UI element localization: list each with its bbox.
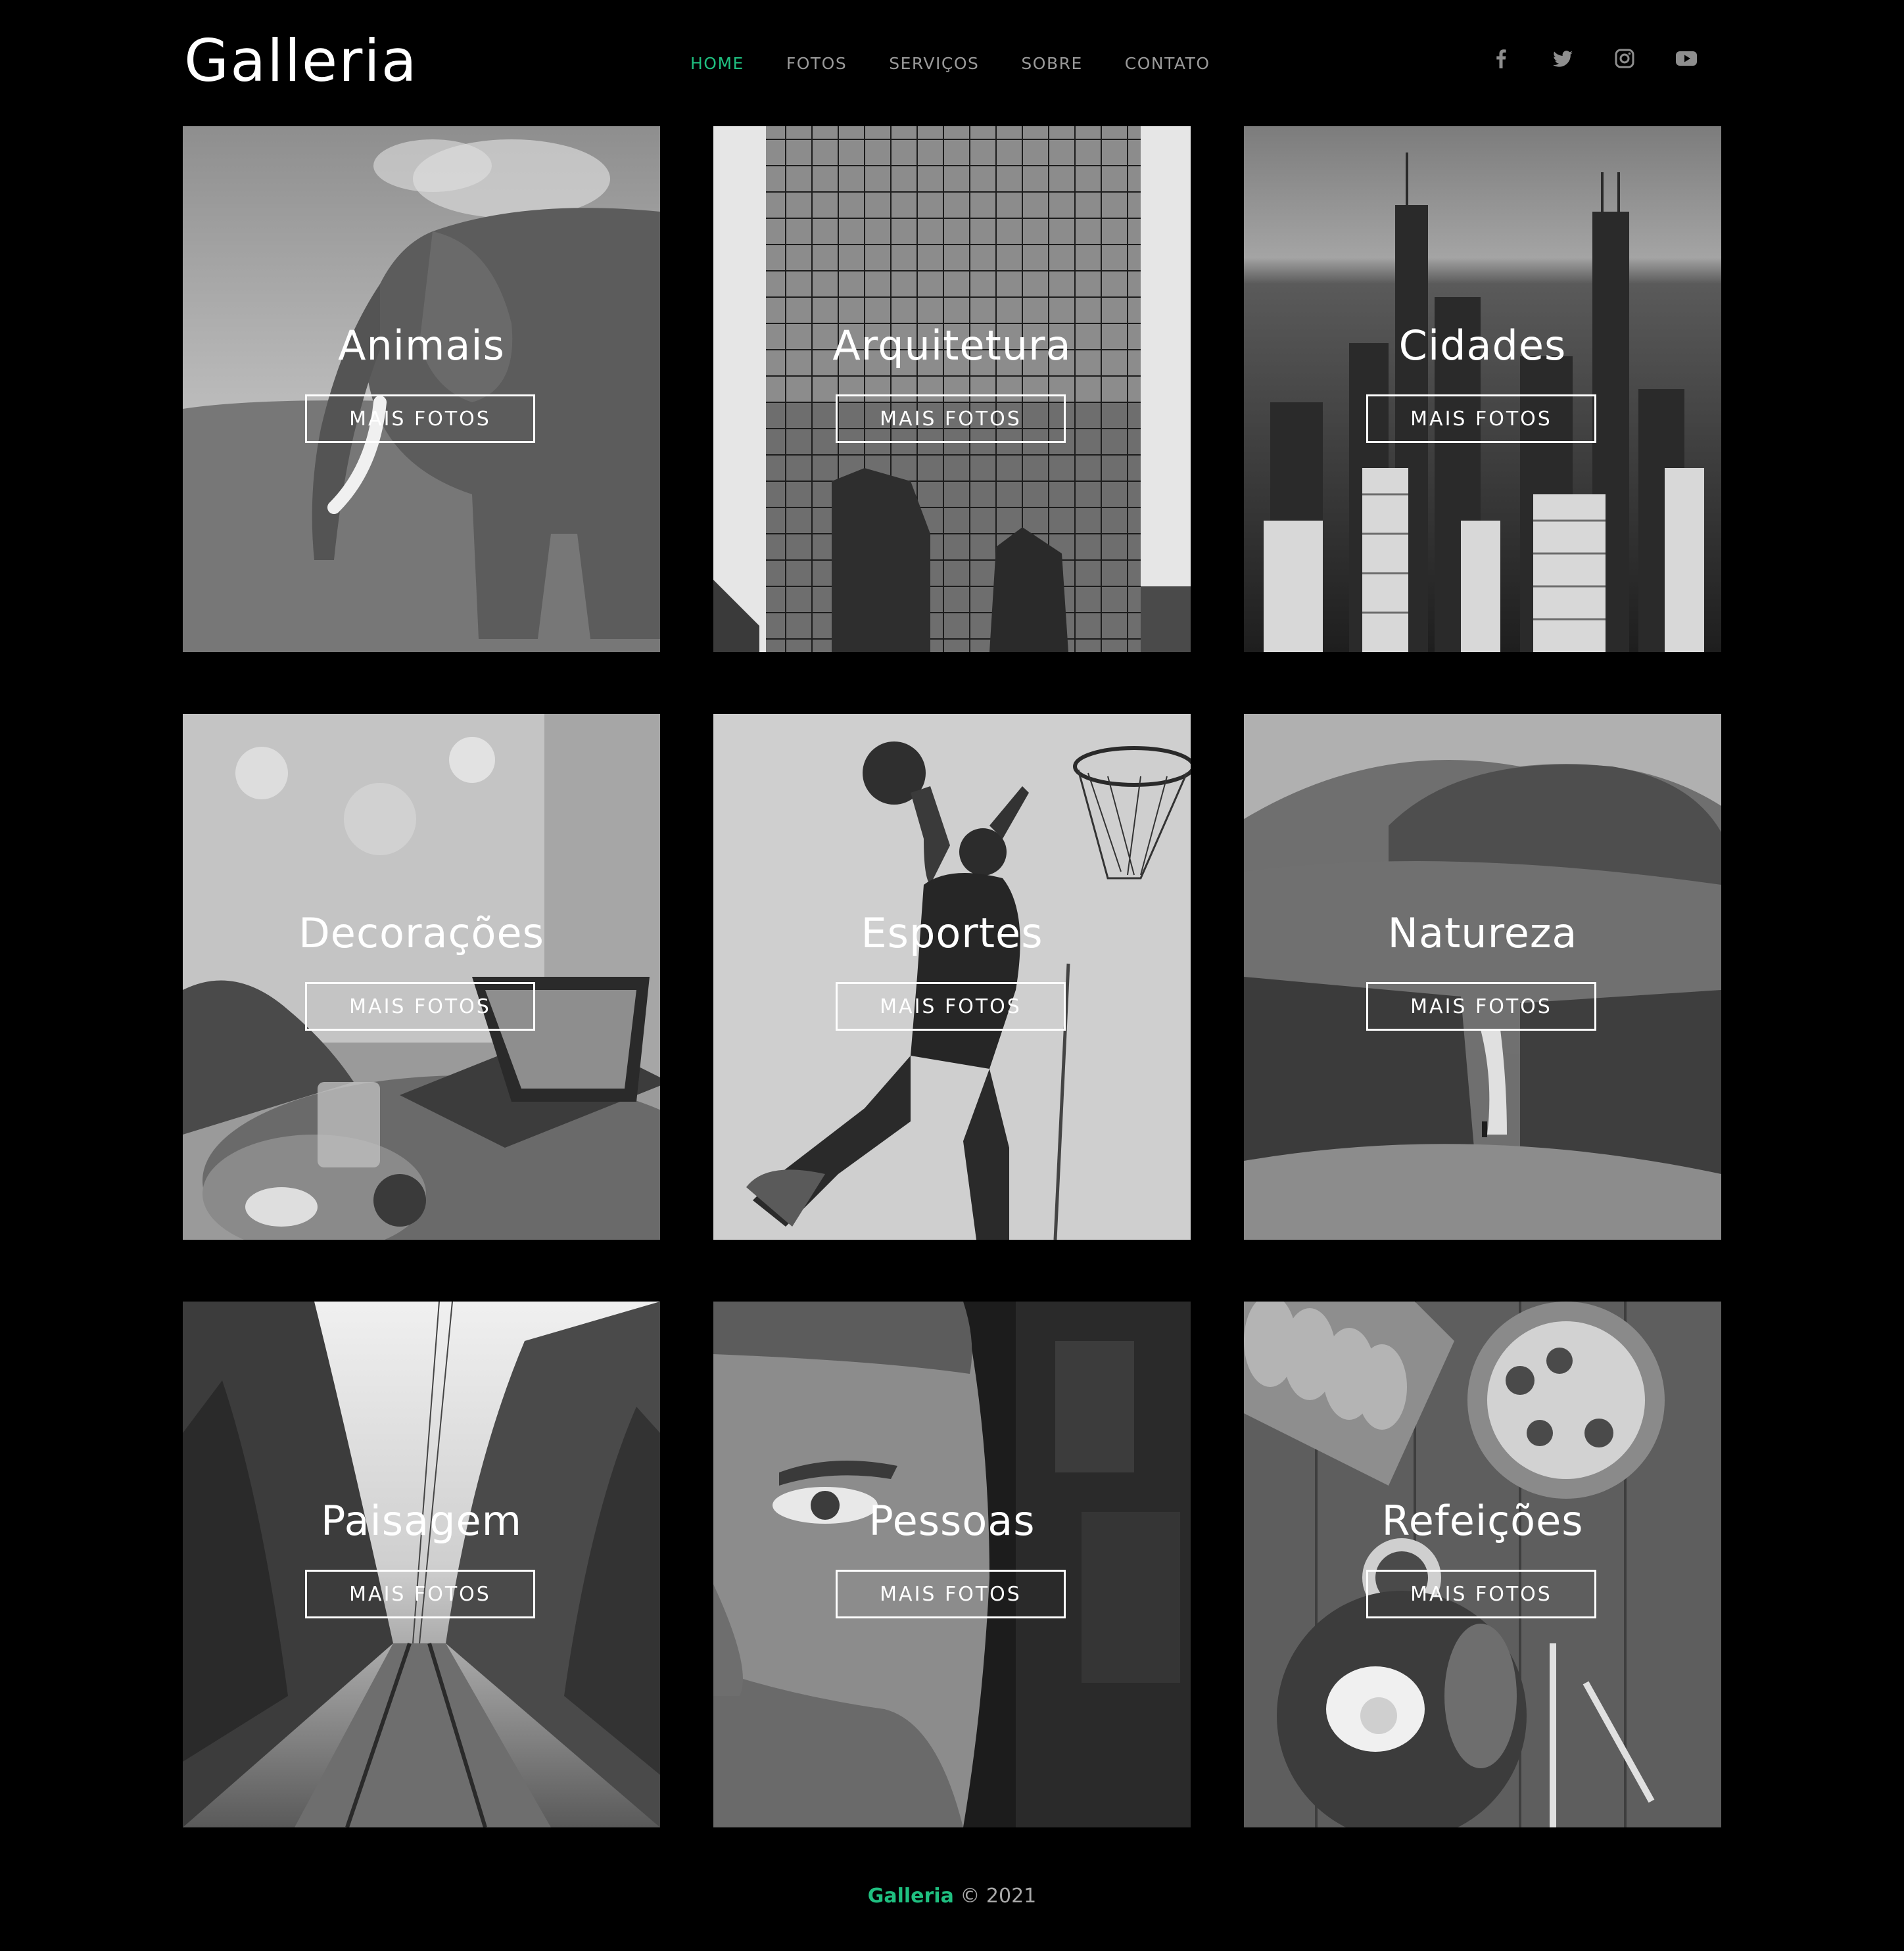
basketball-image [713,714,1191,1240]
more-photos-button[interactable]: MAIS FOTOS [1366,1570,1596,1618]
city-skyline-image [1244,126,1721,652]
card-title: Decorações [298,909,544,957]
social-links [1488,46,1699,71]
gallery-card-esportes[interactable]: Esportes MAIS FOTOS [713,714,1191,1240]
twitter-icon[interactable] [1550,46,1575,71]
card-title: Animais [338,321,505,369]
instagram-icon[interactable] [1612,46,1637,71]
nav-contato[interactable]: CONTATO [1125,54,1210,73]
card-title: Arquitetura [832,321,1072,369]
nav-fotos[interactable]: FOTOS [786,54,847,73]
gallery-card-pessoas[interactable]: Pessoas MAIS FOTOS [713,1302,1191,1827]
more-photos-button[interactable]: MAIS FOTOS [305,982,535,1031]
youtube-icon[interactable] [1674,46,1699,71]
cafe-laptop-image [183,714,660,1240]
more-photos-button[interactable]: MAIS FOTOS [1366,394,1596,443]
card-title: Cidades [1398,321,1567,369]
more-photos-button[interactable]: MAIS FOTOS [305,1570,535,1618]
main-nav: HOME FOTOS SERVIÇOS SOBRE CONTATO [690,50,1210,76]
nav-home[interactable]: HOME [690,54,744,73]
more-photos-button[interactable]: MAIS FOTOS [305,394,535,443]
card-title: Esportes [861,909,1043,957]
waterfall-cliff-image [1244,714,1721,1240]
gallery-card-cidades[interactable]: Cidades MAIS FOTOS [1244,126,1721,652]
man-portrait-image [713,1302,1191,1827]
gallery-card-paisagem[interactable]: Paisagem MAIS FOTOS [183,1302,660,1827]
nav-servicos[interactable]: SERVIÇOS [889,54,979,73]
skyscraper-image [713,126,1191,652]
more-photos-button[interactable]: MAIS FOTOS [1366,982,1596,1031]
gallery-card-natureza[interactable]: Natureza MAIS FOTOS [1244,714,1721,1240]
gallery-card-refeicoes[interactable]: Refeições MAIS FOTOS [1244,1302,1721,1827]
facebook-icon[interactable] [1488,46,1513,71]
gallery-card-animais[interactable]: Animais MAIS FOTOS [183,126,660,652]
site-footer: Galleria © 2021 [0,1881,1904,1912]
gallery-card-decoracoes[interactable]: Decorações MAIS FOTOS [183,714,660,1240]
site-logo[interactable]: Galleria [184,22,418,100]
breakfast-table-image [1244,1302,1721,1827]
gallery-card-arquitetura[interactable]: Arquitetura MAIS FOTOS [713,126,1191,652]
gallery-grid: Animais MAIS FOTOS Arquitetura MAIS FOTO… [183,126,1721,1827]
nav-sobre[interactable]: SOBRE [1021,54,1082,73]
card-title: Natureza [1387,909,1578,957]
railway-forest-image [183,1302,660,1827]
footer-copyright: © 2021 [960,1885,1037,1908]
more-photos-button[interactable]: MAIS FOTOS [836,1570,1066,1618]
card-title: Refeições [1381,1497,1584,1545]
card-title: Paisagem [320,1497,522,1545]
footer-brand[interactable]: Galleria [868,1885,954,1908]
elephant-image [183,126,660,652]
site-header: Galleria HOME FOTOS SERVIÇOS SOBRE CONTA… [0,0,1904,125]
more-photos-button[interactable]: MAIS FOTOS [836,394,1066,443]
card-title: Pessoas [869,1497,1035,1545]
more-photos-button[interactable]: MAIS FOTOS [836,982,1066,1031]
